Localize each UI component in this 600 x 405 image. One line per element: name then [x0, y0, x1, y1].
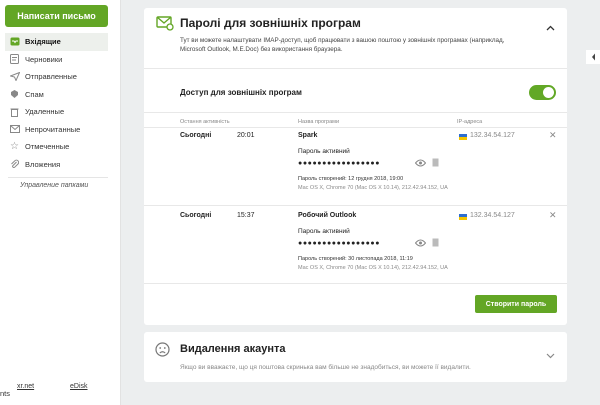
entry-status: Пароль активний: [298, 148, 350, 155]
entry-name: Робочий Outlook: [298, 212, 357, 219]
eye-icon[interactable]: [414, 239, 427, 249]
attachment-icon: [9, 159, 20, 170]
sidebar-item-label: Спам: [25, 89, 44, 99]
edisk-link[interactable]: eDisk: [70, 383, 88, 390]
entry-agent: Mac OS X, Chrome 70 (Mac OS X 10.14), 21…: [298, 185, 448, 191]
collapse-panel-icon[interactable]: [586, 50, 600, 64]
header-ip: IP-адреса: [457, 119, 483, 125]
entry-ip: 132.34.54.127: [470, 212, 515, 219]
sent-icon: [9, 71, 20, 82]
eye-icon[interactable]: [414, 159, 427, 169]
sidebar-item-starred[interactable]: ☆ Отмеченные: [5, 138, 108, 156]
compose-button[interactable]: Написати письмо: [5, 5, 108, 27]
sidebar-item-label: Отправленные: [25, 72, 77, 82]
sidebar-border: [120, 0, 121, 405]
create-password-button[interactable]: Створити пароль: [475, 295, 557, 313]
entry-created: Пароль створений: 12 грудня 2018, 19:00: [298, 176, 404, 182]
chevron-down-icon[interactable]: [546, 346, 555, 364]
password-field[interactable]: ●●●●●●●●●●●●●●●●●: [298, 160, 380, 167]
copy-icon[interactable]: [432, 158, 440, 170]
sidebar-item-inbox[interactable]: Вхідящие: [5, 33, 108, 51]
sidebar-item-label: Удаленные: [25, 107, 65, 117]
sidebar-item-label: Вложения: [25, 159, 61, 169]
password-field[interactable]: ●●●●●●●●●●●●●●●●●: [298, 240, 380, 247]
ukraine-flag-icon: [459, 134, 467, 140]
envelope-gear-icon: [156, 15, 174, 36]
sidebar-item-label: Отмеченные: [25, 142, 70, 152]
folder-list: Вхідящие Черновики Отправленные Спам Уда…: [5, 33, 108, 173]
manage-folders-link[interactable]: Управление папками: [20, 182, 88, 189]
divider: [144, 283, 567, 284]
entry-date: Сьогодні: [180, 212, 212, 219]
star-icon: ☆: [10, 141, 19, 153]
header-last-activity: Остання активність: [180, 119, 230, 125]
unread-icon: [9, 124, 20, 135]
sidebar-item-label: Непрочитанные: [25, 124, 81, 134]
app-passwords-description: Тут ви можете налаштувати IMAP-доступ, щ…: [180, 37, 505, 53]
sidebar-item-sent[interactable]: Отправленные: [5, 68, 108, 86]
divider: [144, 127, 567, 128]
sidebar-item-label: Вхідящие: [25, 37, 61, 47]
chevron-up-icon[interactable]: [546, 18, 555, 36]
access-toggle[interactable]: [529, 85, 556, 100]
sidebar-item-spam[interactable]: Спам: [5, 86, 108, 104]
ukraine-flag-icon: [459, 214, 467, 220]
entry-date: Сьогодні: [180, 132, 212, 139]
entry-time: 20:01: [237, 132, 255, 139]
sidebar-item-drafts[interactable]: Черновики: [5, 51, 108, 69]
sidebar-item-label: Черновики: [25, 54, 63, 64]
entry-ip: 132.34.54.127: [470, 132, 515, 139]
footer-text: nts: [0, 389, 11, 398]
entry-name: Spark: [298, 132, 318, 139]
footer-link[interactable]: xr.net: [17, 383, 34, 390]
entry-status: Пароль активний: [298, 228, 350, 235]
sad-face-icon: [155, 342, 170, 362]
app-passwords-title: Паролі для зовнішніх програм: [180, 16, 361, 30]
app-passwords-card: Паролі для зовнішніх програм Тут ви може…: [144, 8, 567, 325]
draft-icon: [9, 54, 20, 65]
close-icon[interactable]: ✕: [549, 130, 557, 141]
sidebar-divider: [8, 177, 108, 178]
account-deletion-description: Якщо ви вважаєте, що ця поштова скринька…: [180, 364, 471, 371]
close-icon[interactable]: ✕: [549, 210, 557, 221]
account-deletion-title: Видалення акаунта: [180, 343, 286, 355]
account-deletion-card[interactable]: Видалення акаунта Якщо ви вважаєте, що ц…: [144, 332, 567, 382]
divider: [144, 205, 567, 206]
header-program: Назва програми: [298, 119, 340, 125]
sidebar-item-trash[interactable]: Удаленные: [5, 103, 108, 121]
divider: [144, 112, 567, 113]
sidebar: Написати письмо Вхідящие Черновики Отпра…: [0, 0, 120, 405]
sidebar-item-unread[interactable]: Непрочитанные: [5, 121, 108, 139]
trash-icon: [9, 106, 20, 117]
spam-icon: [9, 89, 20, 100]
divider: [144, 68, 567, 69]
sidebar-item-attachments[interactable]: Вложения: [5, 156, 108, 174]
entry-time: 15:37: [237, 212, 255, 219]
entry-agent: Mac OS X, Chrome 70 (Mac OS X 10.14), 21…: [298, 265, 448, 271]
copy-icon[interactable]: [432, 238, 440, 250]
inbox-icon: [9, 36, 20, 47]
entry-created: Пароль створений: 30 листопада 2018, 11:…: [298, 256, 413, 262]
access-label: Доступ для зовнішніх програм: [180, 88, 302, 97]
